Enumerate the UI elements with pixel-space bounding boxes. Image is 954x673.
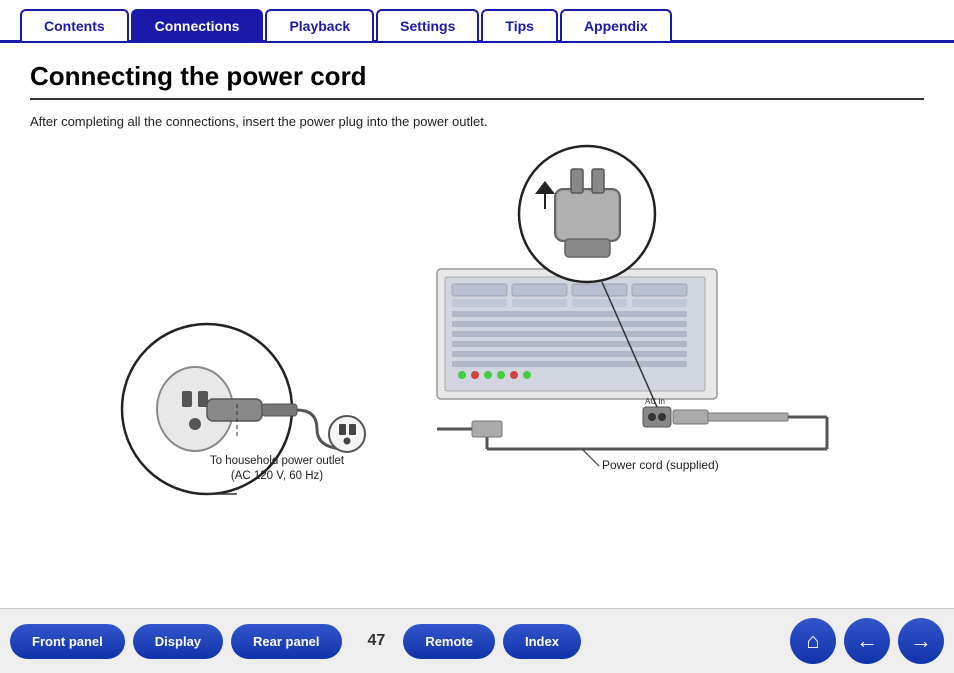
- forward-button[interactable]: →: [898, 618, 944, 664]
- title-divider: [30, 98, 924, 100]
- front-panel-button[interactable]: Front panel: [10, 624, 125, 659]
- power-cord-diagram: AC In Power cord (supplied): [30, 139, 924, 499]
- tab-contents[interactable]: Contents: [20, 9, 129, 41]
- svg-text:(AC 120 V, 60 Hz): (AC 120 V, 60 Hz): [231, 470, 323, 482]
- nav-tabs: Contents Connections Playback Settings T…: [0, 0, 954, 43]
- diagram-area: AC In Power cord (supplied): [30, 139, 924, 499]
- bottom-nav: Front panel Display Rear panel 47 Remote…: [0, 608, 954, 673]
- display-button[interactable]: Display: [133, 624, 223, 659]
- main-content: Connecting the power cord After completi…: [0, 43, 954, 509]
- tab-settings[interactable]: Settings: [376, 9, 479, 41]
- svg-text:Power cord (supplied): Power cord (supplied): [602, 458, 719, 472]
- remote-button[interactable]: Remote: [403, 624, 495, 659]
- tab-appendix[interactable]: Appendix: [560, 9, 672, 41]
- index-button[interactable]: Index: [503, 624, 581, 659]
- svg-text:To household power outlet: To household power outlet: [210, 455, 345, 467]
- tab-playback[interactable]: Playback: [265, 9, 374, 41]
- home-icon: ⌂: [806, 628, 819, 654]
- tab-tips[interactable]: Tips: [481, 9, 558, 41]
- home-button[interactable]: ⌂: [790, 618, 836, 664]
- page-number: 47: [368, 632, 386, 650]
- tab-connections[interactable]: Connections: [131, 9, 264, 41]
- back-button[interactable]: ←: [844, 618, 890, 664]
- rear-panel-button[interactable]: Rear panel: [231, 624, 341, 659]
- back-arrow-icon: ←: [856, 628, 878, 654]
- page-title: Connecting the power cord: [30, 61, 924, 92]
- description: After completing all the connections, in…: [30, 114, 924, 129]
- forward-arrow-icon: →: [910, 628, 932, 654]
- nav-icons: ⌂ ← →: [790, 618, 944, 664]
